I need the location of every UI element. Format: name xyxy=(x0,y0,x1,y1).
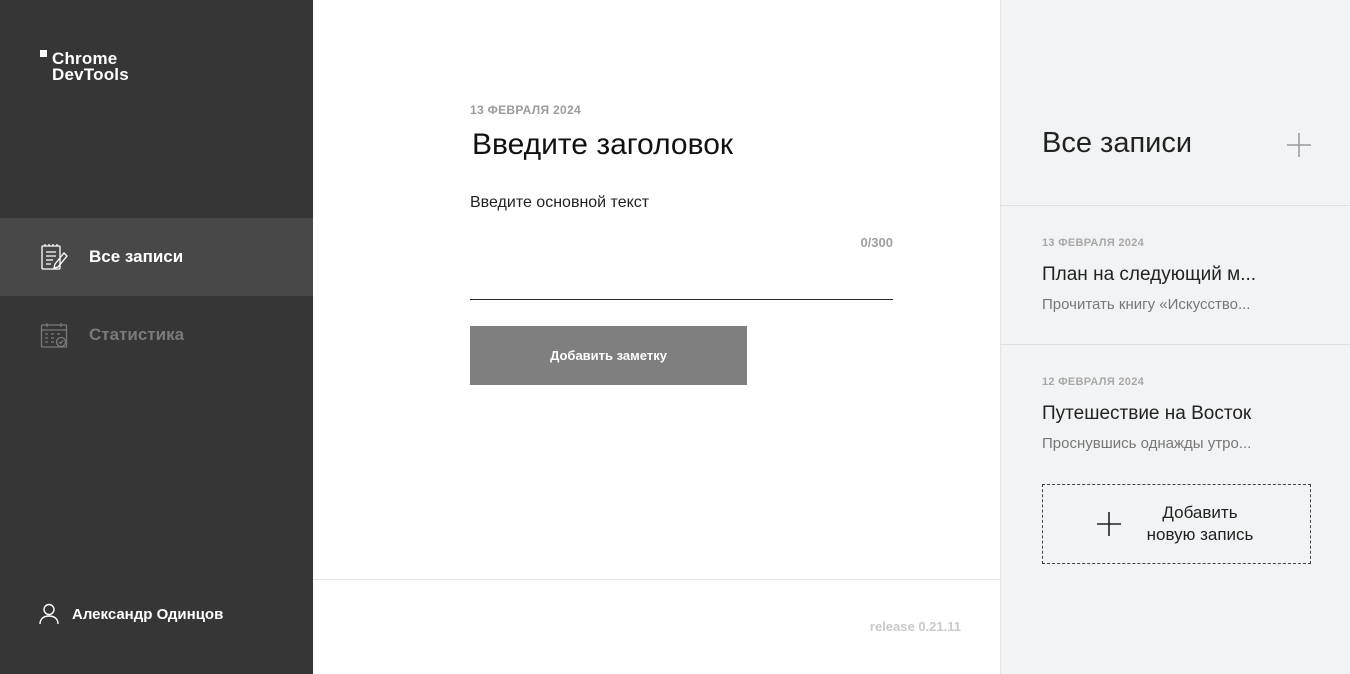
note-item-date: 12 ФЕВРАЛЯ 2024 xyxy=(1042,376,1145,388)
plus-icon xyxy=(1096,511,1122,537)
char-counter: 0/300 xyxy=(860,235,893,250)
sidebar-item-statistics[interactable]: Статистика xyxy=(0,296,313,374)
note-item-title: Путешествие на Восток xyxy=(1042,403,1252,424)
logo-text: Chrome DevTools xyxy=(52,50,129,84)
plus-icon[interactable] xyxy=(1286,132,1312,158)
sidebar-item-label: Все записи xyxy=(89,247,184,266)
notes-panel-title: Все записи xyxy=(1042,127,1193,159)
note-item-date: 13 ФЕВРАЛЯ 2024 xyxy=(1042,237,1145,249)
note-editor: 13 ФЕВРАЛЯ 2024 0/300 Добавить заметку r… xyxy=(313,0,1000,674)
user-icon xyxy=(39,603,59,625)
add-new-line-2: новую запись xyxy=(1146,525,1254,544)
add-new-line-1: Добавить xyxy=(1162,503,1238,522)
note-item-title: План на следующий м... xyxy=(1042,264,1257,285)
notes-icon xyxy=(40,243,69,272)
user-name: Александр Одинцов xyxy=(72,605,224,623)
add-note-button[interactable]: Добавить заметку xyxy=(470,326,747,385)
sidebar: Chrome DevTools Все записи Статистика Ал… xyxy=(0,0,313,674)
user-profile[interactable]: Александр Одинцов xyxy=(39,603,223,625)
logo-square xyxy=(40,50,47,57)
list-item[interactable]: 13 ФЕВРАЛЯ 2024 План на следующий м... П… xyxy=(1001,205,1350,344)
list-item[interactable]: 12 ФЕВРАЛЯ 2024 Путешествие на Восток Пр… xyxy=(1001,344,1350,483)
notes-list: 13 ФЕВРАЛЯ 2024 План на следующий м... П… xyxy=(1001,205,1350,483)
sidebar-item-label: Статистика xyxy=(89,325,185,344)
footer-divider xyxy=(313,579,1000,580)
release-version: release 0.21.11 xyxy=(869,619,961,634)
logo-line-2: DevTools xyxy=(52,65,129,84)
calendar-stats-icon xyxy=(40,321,69,350)
note-date: 13 ФЕВРАЛЯ 2024 xyxy=(470,103,581,117)
note-item-excerpt: Проснувшись однажды утро... xyxy=(1042,435,1252,452)
notes-panel: Все записи 13 ФЕВРАЛЯ 2024 План на следу… xyxy=(1000,0,1350,674)
sidebar-item-all-notes[interactable]: Все записи xyxy=(0,218,313,296)
note-item-excerpt: Прочитать книгу «Искусство... xyxy=(1042,296,1251,313)
note-title-input[interactable] xyxy=(470,128,893,162)
add-new-note-button[interactable]: Добавить новую запись xyxy=(1042,484,1311,564)
add-new-note-label: Добавить новую запись xyxy=(1140,502,1260,546)
sidebar-nav: Все записи Статистика xyxy=(0,218,313,374)
